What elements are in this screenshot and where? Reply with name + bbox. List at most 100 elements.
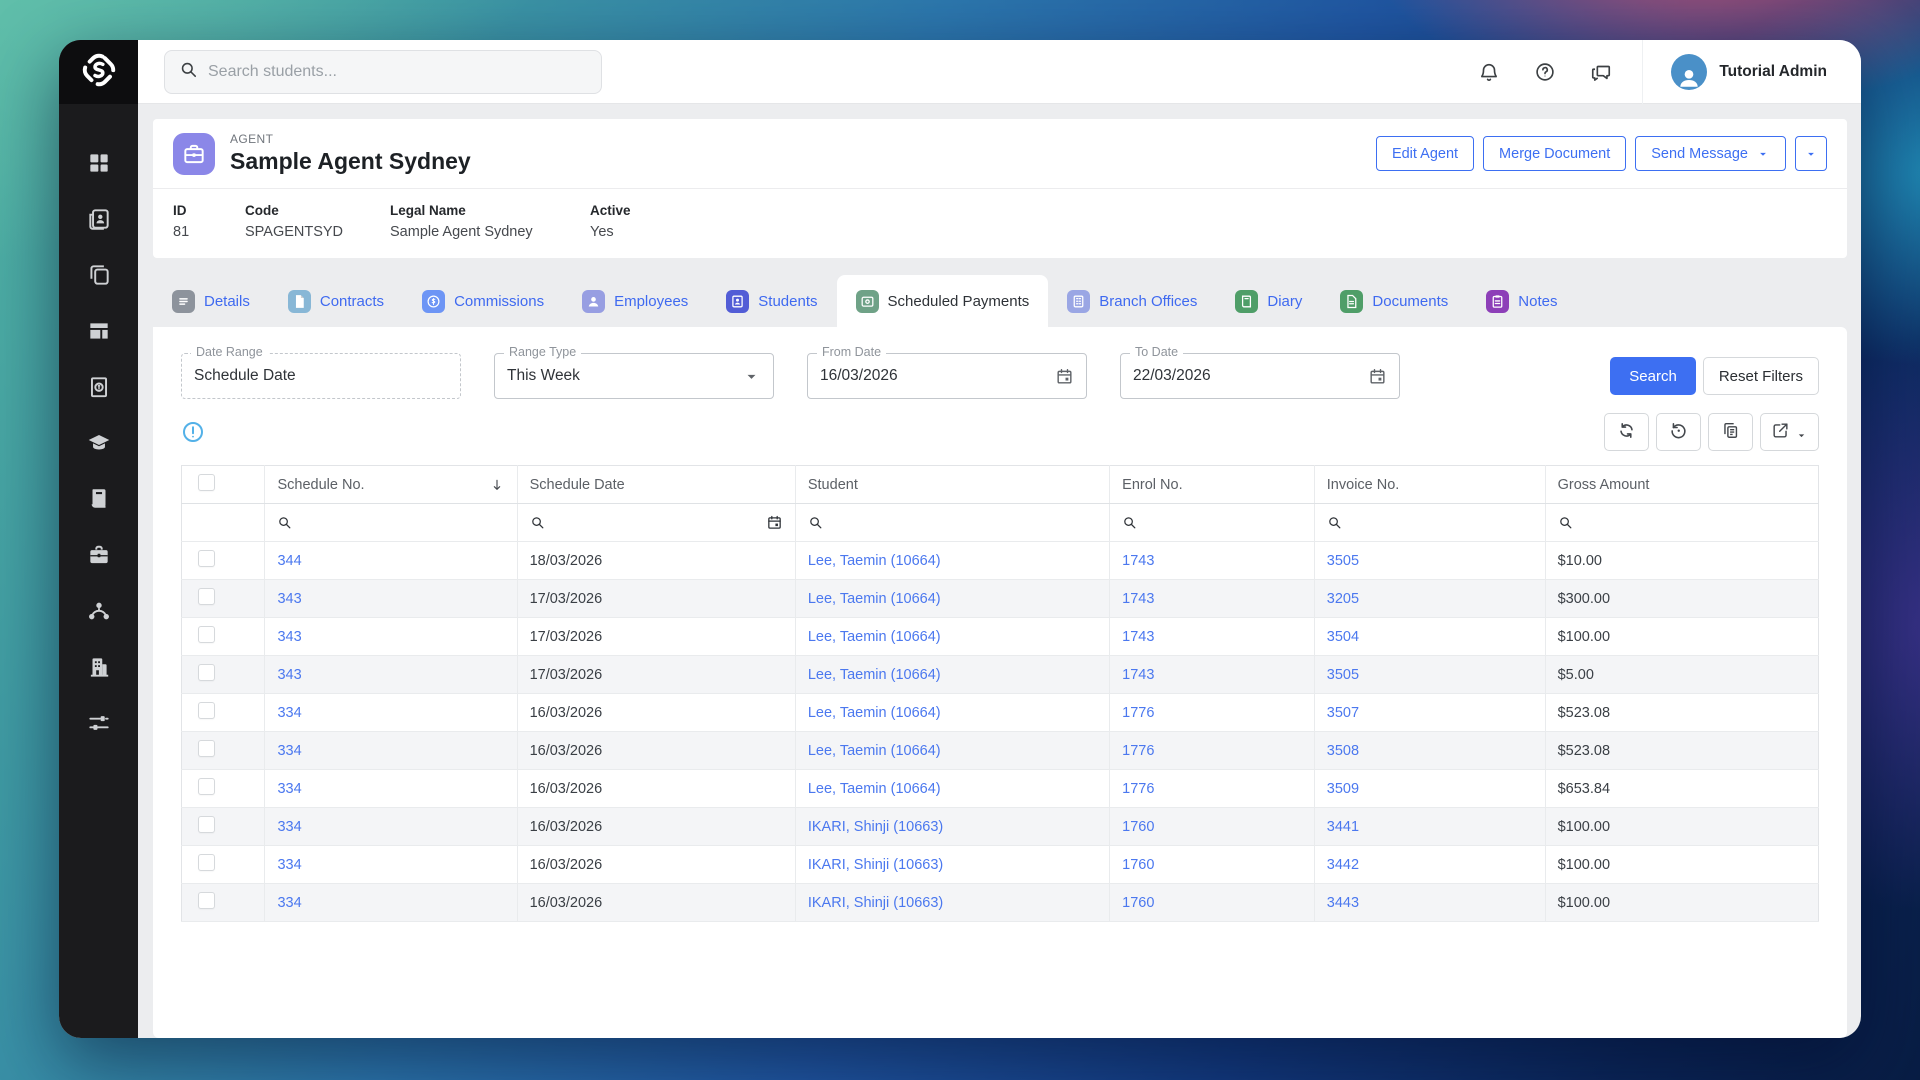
sidebar-item-book[interactable] (86, 486, 112, 512)
row-checkbox[interactable] (198, 778, 215, 795)
messages-chat-icon[interactable] (1590, 61, 1612, 83)
row-checkbox[interactable] (198, 702, 215, 719)
invoice-no-link[interactable]: 3507 (1327, 705, 1359, 721)
student-link[interactable]: IKARI, Shinji (10663) (808, 857, 943, 873)
invoice-no-link[interactable]: 3505 (1327, 553, 1359, 569)
search-input[interactable] (208, 63, 587, 81)
col-header-gross-amount[interactable]: Gross Amount (1545, 466, 1818, 504)
export-button[interactable] (1760, 413, 1819, 451)
enrol-no-link[interactable]: 1776 (1122, 705, 1154, 721)
row-checkbox[interactable] (198, 588, 215, 605)
enrol-no-link[interactable]: 1776 (1122, 781, 1154, 797)
sidebar-item-sliders[interactable] (86, 710, 112, 736)
invoice-no-link[interactable]: 3504 (1327, 629, 1359, 645)
tab-documents[interactable]: Documents (1321, 275, 1467, 327)
student-link[interactable]: Lee, Taemin (10664) (808, 743, 941, 759)
student-link[interactable]: Lee, Taemin (10664) (808, 781, 941, 797)
schedule-no-link[interactable]: 344 (277, 553, 301, 569)
to-date-field[interactable]: To Date 22/03/2026 (1120, 353, 1400, 399)
student-link[interactable]: Lee, Taemin (10664) (808, 705, 941, 721)
filter-student[interactable] (795, 504, 1109, 542)
filter-invoice-no[interactable] (1314, 504, 1545, 542)
row-checkbox[interactable] (198, 740, 215, 757)
calendar-icon[interactable] (1368, 367, 1387, 386)
sidebar-item-briefcase[interactable] (86, 542, 112, 568)
invoice-no-link[interactable]: 3441 (1327, 819, 1359, 835)
student-link[interactable]: Lee, Taemin (10664) (808, 629, 941, 645)
enrol-no-link[interactable]: 1743 (1122, 553, 1154, 569)
row-checkbox[interactable] (198, 664, 215, 681)
enrol-no-link[interactable]: 1776 (1122, 743, 1154, 759)
tab-details[interactable]: Details (153, 275, 269, 327)
sidebar-item-building[interactable] (86, 654, 112, 680)
student-link[interactable]: Lee, Taemin (10664) (808, 591, 941, 607)
sidebar-item-network[interactable] (86, 598, 112, 624)
schedule-no-link[interactable]: 334 (277, 857, 301, 873)
schedule-no-link[interactable]: 343 (277, 629, 301, 645)
col-header-enrol-no[interactable]: Enrol No. (1110, 466, 1315, 504)
select-all-checkbox[interactable] (198, 474, 215, 491)
invoice-no-link[interactable]: 3442 (1327, 857, 1359, 873)
range-type-select[interactable]: Range Type This Week (494, 353, 774, 399)
schedule-no-link[interactable]: 334 (277, 895, 301, 911)
col-header-schedule-no[interactable]: Schedule No. (265, 466, 517, 504)
row-checkbox[interactable] (198, 854, 215, 871)
sidebar-item-graduation-cap[interactable] (86, 430, 112, 456)
invoice-no-link[interactable]: 3205 (1327, 591, 1359, 607)
schedule-no-link[interactable]: 334 (277, 819, 301, 835)
calendar-icon[interactable] (1055, 367, 1074, 386)
enrol-no-link[interactable]: 1743 (1122, 629, 1154, 645)
row-checkbox[interactable] (198, 550, 215, 567)
schedule-no-link[interactable]: 334 (277, 705, 301, 721)
sidebar-item-layout[interactable] (86, 318, 112, 344)
from-date-field[interactable]: From Date 16/03/2026 (807, 353, 1087, 399)
enrol-no-link[interactable]: 1743 (1122, 667, 1154, 683)
enrol-no-link[interactable]: 1743 (1122, 591, 1154, 607)
merge-document-button[interactable]: Merge Document (1483, 136, 1626, 171)
invoice-no-link[interactable]: 3505 (1327, 667, 1359, 683)
help-icon[interactable] (1534, 61, 1556, 83)
restore-button[interactable] (1656, 413, 1701, 451)
tab-employees[interactable]: Employees (563, 275, 707, 327)
sort-descending-icon[interactable] (489, 477, 505, 493)
send-message-button[interactable]: Send Message (1635, 136, 1786, 171)
invoice-no-link[interactable]: 3443 (1327, 895, 1359, 911)
student-link[interactable]: Lee, Taemin (10664) (808, 553, 941, 569)
tab-notes[interactable]: Notes (1467, 275, 1576, 327)
date-range-field[interactable]: Date Range Schedule Date (181, 353, 461, 399)
tab-students[interactable]: Students (707, 275, 836, 327)
tab-diary[interactable]: Diary (1216, 275, 1321, 327)
student-link[interactable]: Lee, Taemin (10664) (808, 667, 941, 683)
tab-contracts[interactable]: Contracts (269, 275, 403, 327)
filter-gross-amount[interactable] (1545, 504, 1818, 542)
col-header-schedule-date[interactable]: Schedule Date (517, 466, 795, 504)
schedule-no-link[interactable]: 343 (277, 667, 301, 683)
tab-commissions[interactable]: Commissions (403, 275, 563, 327)
student-link[interactable]: IKARI, Shinji (10663) (808, 895, 943, 911)
schedule-no-link[interactable]: 343 (277, 591, 301, 607)
app-logo[interactable] (59, 40, 138, 104)
info-icon[interactable] (181, 420, 205, 444)
student-search[interactable] (164, 50, 602, 94)
row-checkbox[interactable] (198, 626, 215, 643)
schedule-no-link[interactable]: 334 (277, 743, 301, 759)
schedule-no-link[interactable]: 334 (277, 781, 301, 797)
row-checkbox[interactable] (198, 816, 215, 833)
edit-agent-button[interactable]: Edit Agent (1376, 136, 1474, 171)
filter-enrol-no[interactable] (1110, 504, 1315, 542)
enrol-no-link[interactable]: 1760 (1122, 895, 1154, 911)
sidebar-item-id-card[interactable] (86, 206, 112, 232)
refresh-button[interactable] (1604, 413, 1649, 451)
search-button[interactable]: Search (1610, 357, 1696, 395)
enrol-no-link[interactable]: 1760 (1122, 857, 1154, 873)
sidebar-item-invoice[interactable] (86, 374, 112, 400)
tab-scheduled-payments[interactable]: Scheduled Payments (837, 275, 1049, 327)
filter-schedule-date[interactable] (517, 504, 795, 542)
enrol-no-link[interactable]: 1760 (1122, 819, 1154, 835)
invoice-no-link[interactable]: 3508 (1327, 743, 1359, 759)
sidebar-item-pages[interactable] (86, 262, 112, 288)
notifications-bell-icon[interactable] (1478, 61, 1500, 83)
sidebar-item-grid[interactable] (86, 150, 112, 176)
more-actions-button[interactable] (1795, 136, 1827, 171)
tab-branch-offices[interactable]: Branch Offices (1048, 275, 1216, 327)
